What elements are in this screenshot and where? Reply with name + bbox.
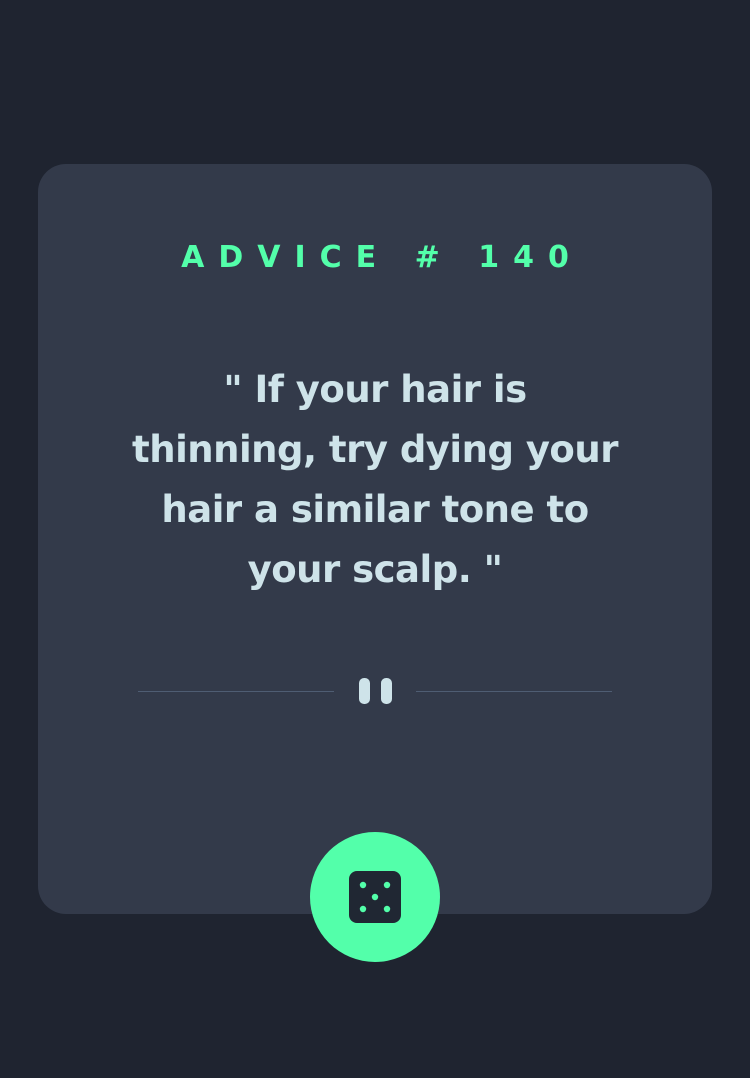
divider-line-left bbox=[138, 691, 334, 692]
generate-advice-button[interactable] bbox=[310, 832, 440, 962]
advice-quote: " If your hair is thinning, try dying yo… bbox=[132, 368, 618, 591]
advice-card: ADVICE # 140 " If your hair is thinning,… bbox=[38, 164, 712, 914]
divider-line-right bbox=[416, 691, 612, 692]
advice-id-heading: ADVICE # 140 bbox=[181, 240, 583, 275]
page: ADVICE # 140 " If your hair is thinning,… bbox=[0, 0, 750, 1078]
dice-icon bbox=[349, 871, 401, 923]
pause-icon bbox=[359, 678, 393, 704]
divider bbox=[138, 676, 612, 706]
